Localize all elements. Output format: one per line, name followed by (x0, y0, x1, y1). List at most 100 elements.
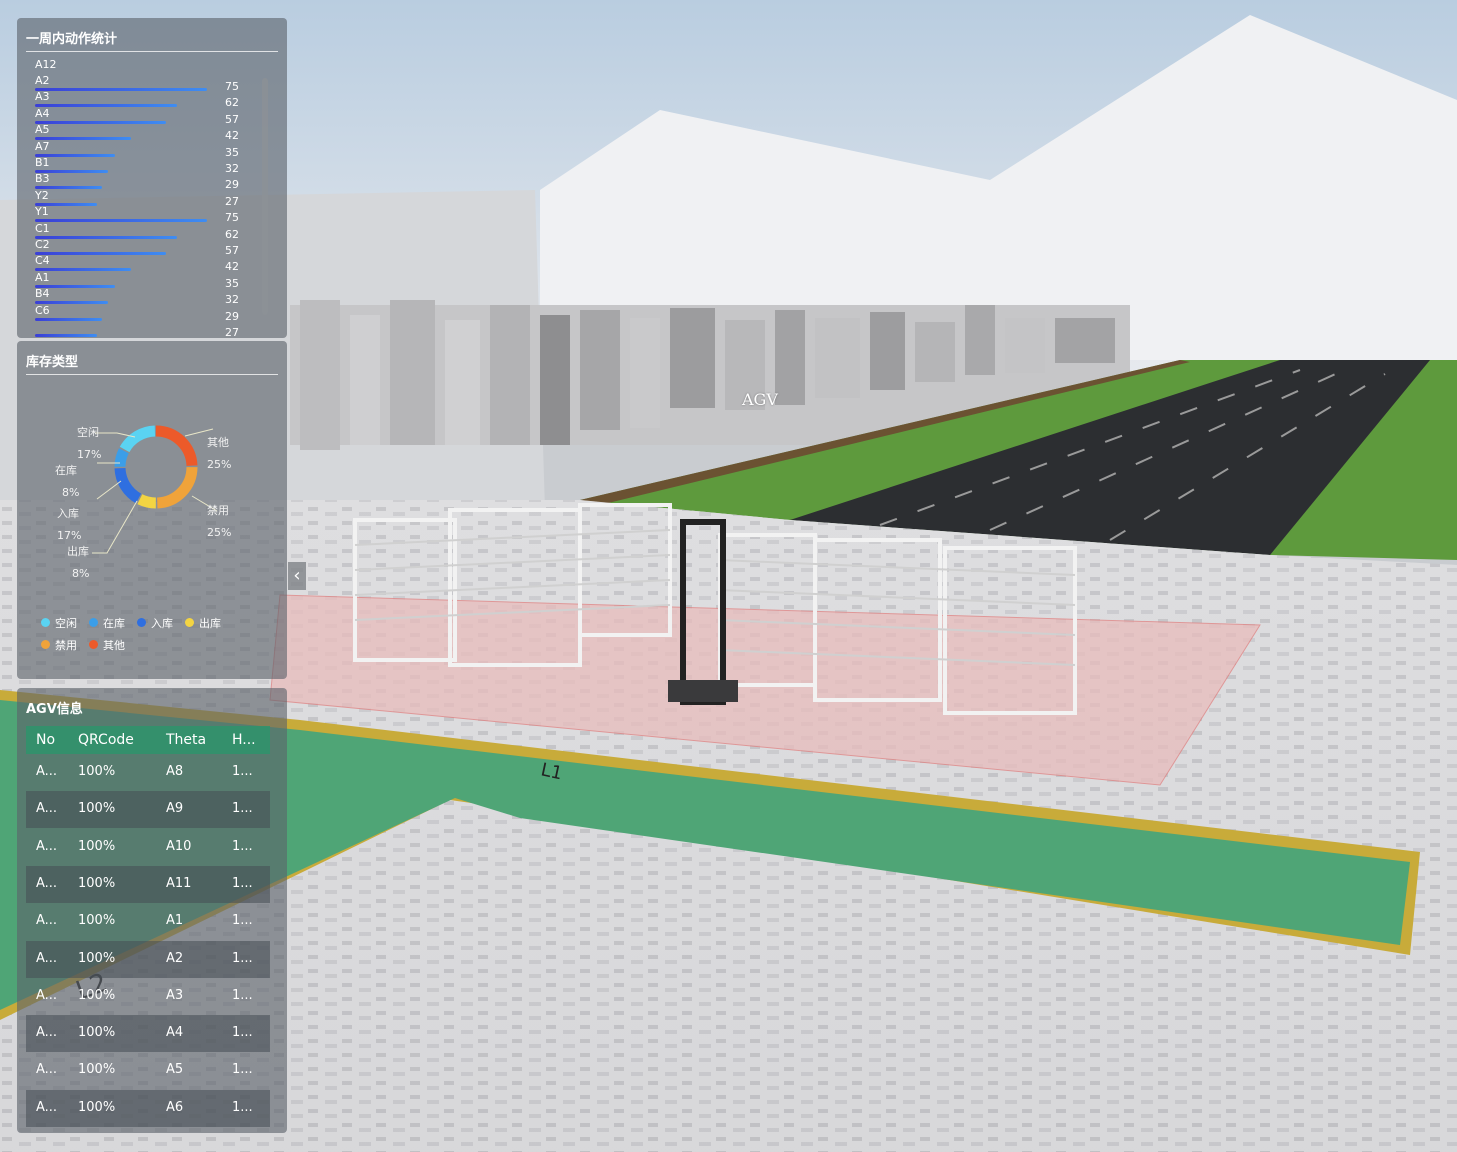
slice-percent-label: 8% (72, 567, 90, 580)
table-cell: A... (36, 875, 58, 891)
legend-item[interactable]: 出库 (185, 615, 221, 631)
action-label: B3 (35, 172, 50, 186)
floor-mark-l1: L1 (539, 759, 564, 784)
table-row[interactable]: A... 100% A8 1... (26, 754, 270, 791)
legend-label: 其他 (103, 639, 125, 652)
table-cell: A3 (166, 987, 184, 1003)
action-label: A1 (35, 270, 50, 284)
legend-dot-icon (41, 640, 50, 649)
legend-item[interactable]: 禁用 (41, 637, 77, 653)
list-item[interactable]: B3 29 (35, 172, 239, 191)
table-cell: 1... (232, 987, 253, 1003)
legend-label: 入库 (151, 617, 173, 630)
slice-percent-label: 25% (207, 458, 232, 471)
slice-name-label: 在库 (55, 464, 77, 477)
divider (26, 374, 278, 375)
leader-line (92, 500, 138, 554)
table-cell: 100% (78, 1025, 116, 1041)
list-item[interactable]: Y2 27 (35, 188, 239, 208)
action-label: A4 (35, 106, 50, 120)
table-cell: A4 (166, 1025, 184, 1041)
slice-percent-label: 8% (62, 486, 80, 499)
table-row[interactable]: A... 100% A10 1... (26, 829, 270, 866)
agv-scene-label: AGV (742, 390, 778, 409)
table-row[interactable]: A... 100% A4 1... (26, 1015, 270, 1053)
table-cell: A5 (166, 1062, 184, 1078)
table-cell: 100% (78, 764, 116, 779)
legend-label: 空闲 (55, 617, 77, 630)
column-header-h[interactable]: H... (232, 732, 256, 748)
action-label: C2 (35, 238, 50, 251)
table-row[interactable]: A... 100% A9 1... (26, 791, 270, 829)
table-cell: 1... (232, 1062, 253, 1078)
list-item[interactable]: B4 32 (35, 287, 239, 306)
legend-label: 在库 (103, 617, 125, 630)
list-item[interactable]: C1 62 (35, 222, 239, 241)
table-row[interactable]: A... 100% A2 1... (26, 940, 270, 978)
action-label: B4 (35, 287, 50, 301)
legend-dot-icon (89, 640, 98, 649)
table-cell: A... (36, 838, 58, 854)
table-cell: 100% (78, 1099, 116, 1115)
chevron-left-icon: ‹ (293, 565, 301, 586)
table-cell: 100% (78, 801, 116, 817)
list-item[interactable]: C4 42 (35, 254, 239, 273)
list-item[interactable]: A2 75 (35, 74, 239, 93)
slice-percent-label: 25% (207, 526, 232, 539)
list-item[interactable]: C2 57 (35, 238, 239, 257)
legend-label: 出库 (199, 617, 221, 630)
column-header-theta[interactable]: Theta (166, 732, 206, 748)
legend-item[interactable]: 其他 (89, 637, 125, 653)
column-header-qrcode[interactable]: QRCode (78, 732, 134, 748)
list-item[interactable]: A4 57 (35, 106, 239, 126)
action-label: B1 (35, 156, 50, 169)
table-row[interactable]: A... 100% A1 1... (26, 903, 270, 940)
action-bar (35, 334, 97, 337)
side-panel: 一周内动作统计 A12 A2 75 A3 62 A4 57 A5 42 A7 35 B1 32 B3 29… (8, 8, 288, 1143)
list-item[interactable]: 27 (35, 320, 239, 339)
scrollbar[interactable] (262, 78, 268, 315)
panel-title: 一周内动作统计 (26, 32, 118, 47)
table-cell: 100% (78, 950, 116, 966)
action-label: C4 (35, 254, 50, 268)
list-item[interactable]: B1 32 (35, 156, 239, 175)
panel-title: 库存类型 (26, 355, 79, 370)
slice-percent-label: 17% (57, 529, 82, 542)
stock-type-panel: 库存类型 空闲 17% 在库 8% 入库 17% 出库 8% 禁用 25% 其他 25% 空闲 在库 入库… (17, 341, 287, 679)
legend-item[interactable]: 空闲 (41, 615, 77, 631)
legend-item[interactable]: 入库 (137, 615, 173, 631)
table-cell: A... (36, 950, 58, 966)
table-cell: 1... (232, 875, 253, 891)
collapse-panel-button[interactable]: ‹ (288, 562, 306, 590)
legend-dot-icon (41, 618, 50, 627)
action-value: 27 (225, 326, 239, 339)
list-item[interactable]: Y1 75 (35, 205, 239, 224)
table-cell: A9 (166, 801, 184, 817)
action-label: A7 (35, 139, 50, 153)
table-cell: A... (36, 801, 58, 817)
action-label: Y1 (35, 205, 49, 219)
weekly-actions-panel: 一周内动作统计 A12 A2 75 A3 62 A4 57 A5 42 A7 35 B1 32 B3 29… (17, 18, 287, 339)
table-row[interactable]: A... 100% A5 1... (26, 1052, 270, 1089)
table-row[interactable]: A... 100% A6 1... (26, 1089, 270, 1127)
table-row[interactable]: A... 100% A3 1... (26, 978, 270, 1015)
list-item[interactable]: A3 62 (35, 90, 239, 109)
list-item[interactable]: C6 29 (35, 304, 239, 323)
table-cell: A... (36, 1062, 58, 1078)
leader-line (96, 480, 122, 500)
table-cell: A2 (166, 950, 184, 966)
column-header-no[interactable]: No (36, 732, 55, 748)
table-cell: 1... (232, 764, 253, 779)
legend-label: 禁用 (55, 639, 77, 652)
action-label: A3 (35, 90, 50, 104)
legend-dot-icon (89, 618, 98, 627)
list-item[interactable]: A5 42 (35, 123, 239, 142)
table-cell: 1... (232, 1099, 253, 1115)
table-row[interactable]: A... 100% A11 1... (26, 865, 270, 903)
list-item[interactable]: A1 35 (35, 270, 239, 290)
table-cell: A... (36, 1099, 58, 1115)
action-label: Y2 (35, 188, 49, 202)
legend-item[interactable]: 在库 (89, 615, 125, 631)
action-label: A2 (35, 74, 50, 87)
list-item[interactable]: A7 35 (35, 139, 239, 159)
